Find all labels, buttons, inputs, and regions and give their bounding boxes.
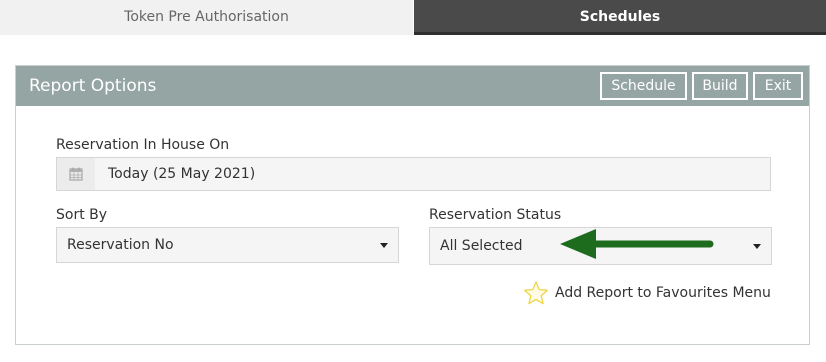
- reservation-status-value: All Selected: [440, 238, 523, 254]
- chevron-down-icon: [753, 244, 761, 249]
- calendar-icon[interactable]: [57, 158, 95, 190]
- chevron-down-icon: [380, 243, 388, 248]
- in-house-label: Reservation In House On: [56, 137, 230, 153]
- in-house-date-field[interactable]: Today (25 May 2021): [56, 157, 771, 191]
- add-to-favourites-label: Add Report to Favourites Menu: [555, 285, 771, 301]
- panel-title: Report Options: [29, 76, 157, 96]
- sort-by-value: Reservation No: [67, 237, 174, 253]
- sort-by-select[interactable]: Reservation No: [56, 227, 399, 263]
- build-button[interactable]: Build: [692, 72, 748, 100]
- report-options-panel: Report Options Schedule Build Exit Reser…: [15, 65, 810, 345]
- schedule-button[interactable]: Schedule: [600, 72, 687, 100]
- tab-token-pre-authorisation[interactable]: Token Pre Authorisation: [0, 0, 413, 35]
- reservation-status-label: Reservation Status: [429, 207, 562, 223]
- sort-by-label: Sort By: [56, 207, 108, 223]
- add-to-favourites-link[interactable]: Add Report to Favourites Menu: [523, 280, 771, 306]
- reservation-status-select[interactable]: All Selected: [429, 227, 772, 265]
- star-icon: [523, 281, 549, 305]
- panel-header: Report Options Schedule Build Exit: [16, 66, 809, 106]
- in-house-date-value: Today (25 May 2021): [108, 166, 256, 182]
- exit-button[interactable]: Exit: [753, 72, 803, 100]
- tab-schedules[interactable]: Schedules: [414, 0, 826, 35]
- tab-bar: Token Pre Authorisation Schedules: [0, 0, 826, 35]
